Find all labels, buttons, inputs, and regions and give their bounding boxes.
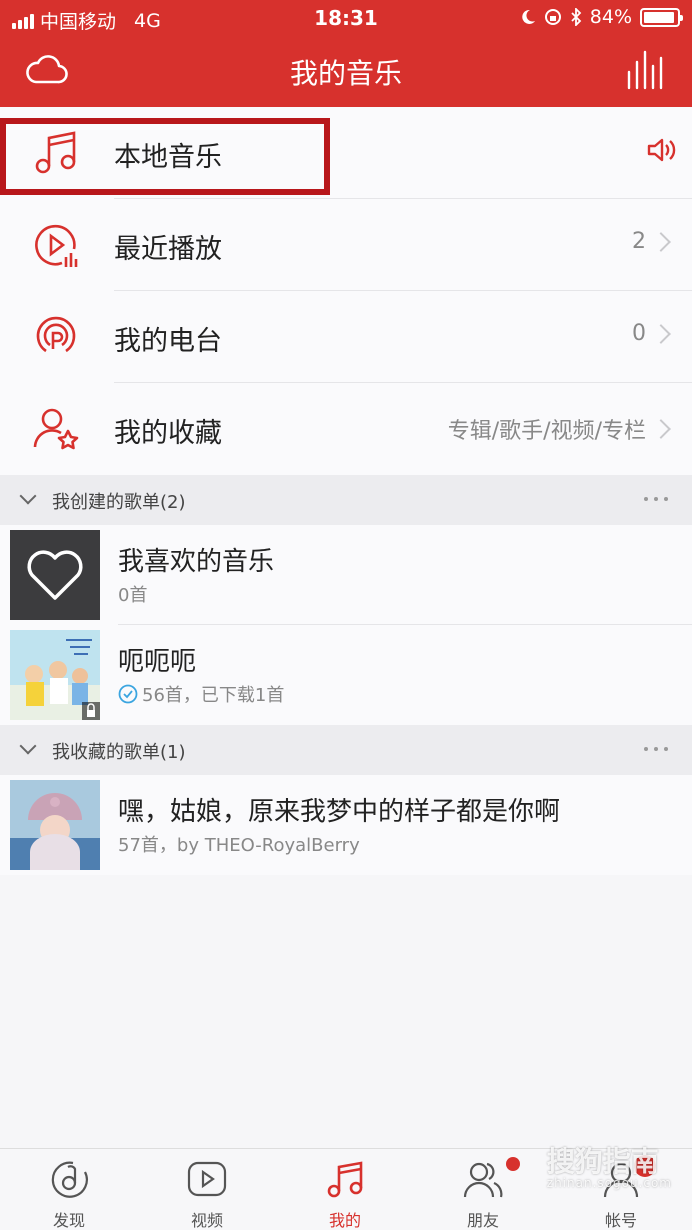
user-star-icon — [33, 408, 79, 450]
favorites-hint: 专辑/歌手/视频/专栏 — [447, 419, 646, 444]
friends-icon — [463, 1162, 503, 1198]
highlight-box — [0, 118, 330, 195]
chevron-right-icon — [651, 323, 671, 344]
heart-icon — [27, 550, 83, 600]
playlist-cover — [10, 780, 100, 870]
section-title: 我收藏的歌单(1) — [52, 742, 186, 763]
chevron-down-icon — [19, 737, 37, 755]
playlist-cover — [10, 630, 100, 720]
tab-label: 视频 — [190, 1211, 223, 1230]
video-play-icon — [187, 1161, 227, 1197]
liked-music-cover — [10, 530, 100, 620]
speaker-icon — [647, 138, 676, 162]
chevron-right-icon — [651, 419, 671, 439]
recent-count: 2 — [632, 229, 646, 254]
app-header: 中国移动 4G 18:31 84% 我的音乐 — [0, 0, 692, 107]
playlist-name: 嘿，姑娘，原来我梦中的样子都是你啊 — [118, 797, 561, 827]
bluetooth-icon — [571, 8, 582, 26]
menu-item-my-radio[interactable]: 我的电台 0 — [0, 291, 692, 383]
moon-icon — [522, 9, 535, 24]
playlist-item[interactable]: 呃呃呃 56首，已下载1首 — [0, 625, 692, 725]
now-playing-icon[interactable] — [626, 50, 666, 90]
tab-friends[interactable]: 朋友 — [414, 1149, 552, 1230]
playlist-info: 56首，已下载1首 — [142, 685, 285, 706]
watermark: 搜狗指南 zhinan.sogou.com — [547, 1140, 672, 1190]
watermark-text: 搜狗指南 — [546, 1145, 659, 1178]
tab-label: 帐号 — [604, 1211, 637, 1230]
created-playlists-header[interactable]: 我创建的歌单(2) — [0, 475, 692, 525]
menu-item-my-favorites[interactable]: 我的收藏 专辑/歌手/视频/专栏 — [0, 383, 692, 475]
collected-playlists-header[interactable]: 我收藏的歌单(1) — [0, 725, 692, 775]
battery-percent: 84% — [589, 6, 632, 28]
playlist-item[interactable]: 嘿，姑娘，原来我梦中的样子都是你啊 57首，by THEO-RoyalBerry — [0, 775, 692, 875]
menu-item-recent-play[interactable]: 最近播放 2 — [0, 199, 692, 291]
rotation-lock-icon — [544, 9, 561, 25]
status-bar: 中国移动 4G 18:31 84% — [0, 0, 692, 36]
more-icon[interactable] — [644, 747, 668, 751]
music-note-icon — [327, 1161, 363, 1198]
page-title: 我的音乐 — [289, 57, 402, 90]
playlist-item[interactable]: 我喜欢的音乐 0首 — [0, 525, 692, 625]
more-icon[interactable] — [644, 497, 668, 501]
tab-label: 我的 — [328, 1211, 361, 1230]
cover-art-image — [10, 630, 100, 720]
notification-dot — [506, 1157, 520, 1171]
playlist-info: 0首 — [118, 585, 148, 606]
menu-item-label: 最近播放 — [114, 234, 222, 265]
cover-art-image — [10, 780, 100, 870]
downloaded-check-icon — [118, 684, 138, 704]
chevron-down-icon — [19, 487, 37, 505]
playlist-name: 呃呃呃 — [118, 647, 197, 677]
section-title: 我创建的歌单(2) — [52, 492, 186, 513]
menu-item-label: 我的收藏 — [114, 418, 222, 449]
playlist-info: 57首，by THEO-RoyalBerry — [118, 835, 360, 856]
battery-icon — [640, 7, 683, 27]
tab-label: 朋友 — [466, 1211, 499, 1230]
menu-item-label: 我的电台 — [114, 326, 222, 357]
playlist-name: 我喜欢的音乐 — [118, 547, 275, 577]
chevron-right-icon — [651, 231, 671, 252]
radio-icon — [36, 316, 76, 353]
tab-mine[interactable]: 我的 — [276, 1149, 414, 1230]
tab-video[interactable]: 视频 — [138, 1149, 276, 1230]
radio-count: 0 — [632, 321, 646, 346]
watermark-url: zhinan.sogou.com — [546, 1176, 672, 1190]
tab-label: 发现 — [52, 1211, 85, 1230]
recent-play-icon — [35, 224, 78, 267]
tab-discover[interactable]: 发现 — [0, 1149, 138, 1230]
discover-icon — [51, 1161, 88, 1198]
